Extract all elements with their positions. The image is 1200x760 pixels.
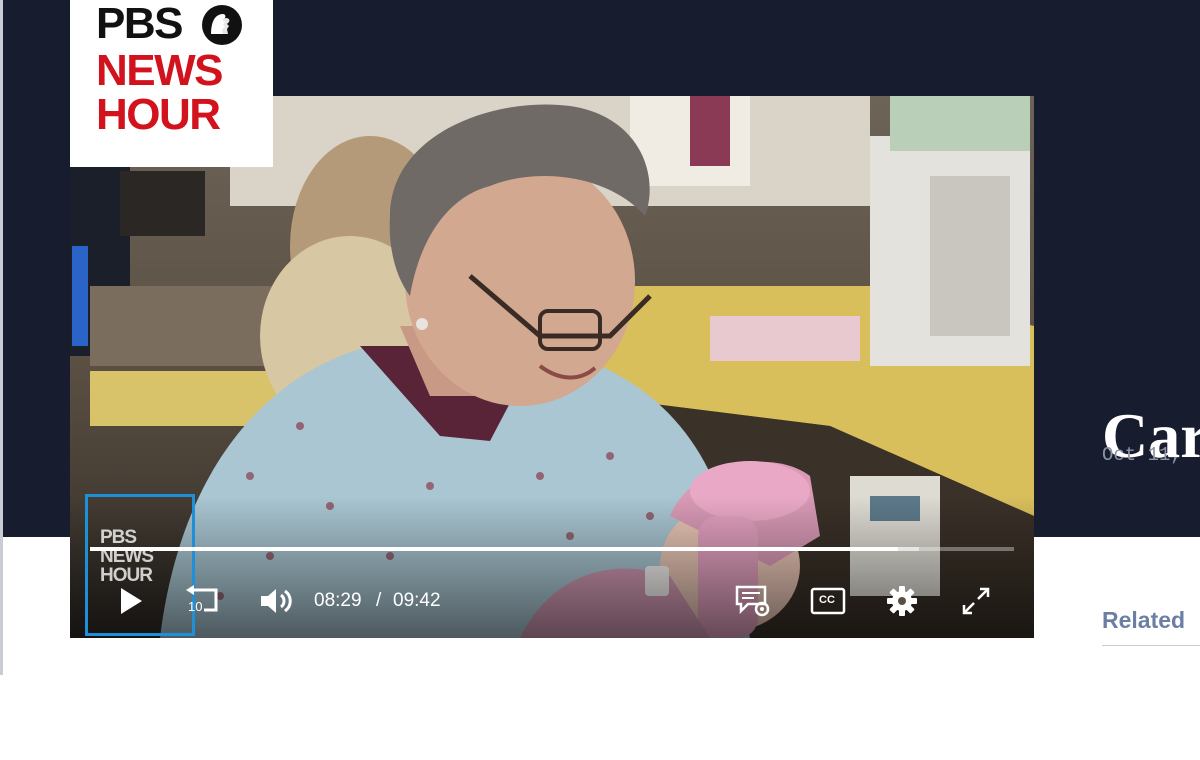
rewind-seconds-label: 10: [188, 599, 203, 614]
related-heading: Related: [1102, 607, 1186, 633]
logo-text-pbs: PBS: [96, 0, 183, 48]
page-left-edge: [0, 0, 3, 675]
pbs-heads-icon: [202, 5, 242, 45]
article-date: Oct 11,: [1102, 444, 1182, 466]
transcript-settings-icon: [735, 585, 770, 617]
settings-button[interactable]: [885, 584, 919, 618]
logo-text-hour: HOUR: [96, 90, 221, 139]
rewind-10-button[interactable]: 10: [182, 584, 222, 620]
fullscreen-icon: [962, 587, 990, 615]
settings-gear-icon: [887, 586, 917, 616]
play-icon: [121, 588, 142, 614]
pbs-newshour-logo[interactable]: PBS NEWS HOUR: [70, 0, 273, 167]
time-separator: /: [376, 590, 382, 611]
article-headline: Car figh: [1102, 256, 1200, 760]
logo-text-news: NEWS: [96, 46, 224, 95]
transcript-settings-button[interactable]: [734, 584, 772, 618]
volume-button[interactable]: [258, 585, 296, 617]
closed-captions-button[interactable]: CC: [810, 587, 846, 615]
video-frame-image: [70, 96, 1034, 638]
progress-bar[interactable]: [90, 547, 1014, 551]
play-button[interactable]: [114, 585, 146, 617]
video-player[interactable]: PBS NEWS HOUR 10 08:29 / 09:42 CC: [70, 96, 1034, 638]
progress-played: [90, 547, 898, 551]
cc-label: CC: [819, 594, 835, 606]
volume-icon: [261, 589, 292, 613]
current-time: 08:29: [314, 590, 362, 611]
related-divider: [1102, 645, 1200, 646]
duration: 09:42: [393, 590, 441, 611]
fullscreen-button[interactable]: [960, 585, 992, 617]
